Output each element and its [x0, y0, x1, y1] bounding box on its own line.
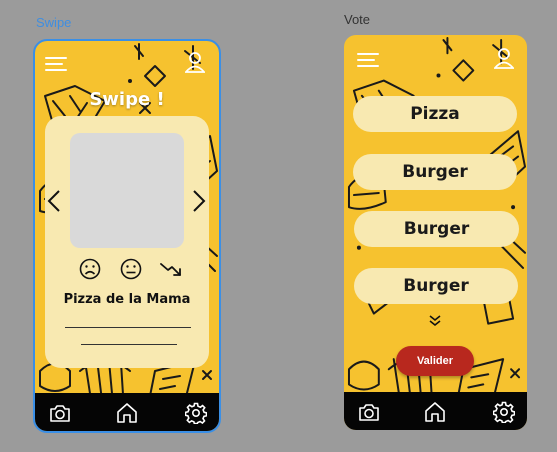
- bottom-nav-bar: [35, 393, 219, 431]
- home-icon[interactable]: [116, 402, 138, 424]
- dish-photo-placeholder: [70, 133, 184, 248]
- validate-button[interactable]: Valider: [396, 346, 474, 376]
- neutral-face-icon[interactable]: [120, 258, 142, 280]
- chevron-right-icon[interactable]: [192, 189, 206, 213]
- swipe-frame-label: Swipe: [36, 15, 72, 30]
- chevron-left-icon[interactable]: [47, 189, 61, 213]
- vote-frame-label: Vote: [344, 12, 371, 27]
- vote-screen: Pizza Burger Burger Burger Valider: [344, 35, 527, 430]
- user-icon[interactable]: [185, 51, 205, 73]
- vote-option[interactable]: Pizza: [353, 96, 517, 132]
- swipe-title: Swipe !: [89, 89, 165, 110]
- divider-line: [81, 344, 177, 345]
- camera-icon[interactable]: [358, 401, 380, 423]
- vote-option[interactable]: Burger: [354, 268, 518, 304]
- menu-icon[interactable]: [357, 52, 379, 68]
- gear-icon[interactable]: [185, 402, 207, 424]
- swipe-screen: Swipe ! Pizza de la Mama: [33, 39, 221, 433]
- vote-option[interactable]: Burger: [354, 211, 519, 247]
- menu-icon[interactable]: [45, 56, 67, 72]
- trend-down-icon[interactable]: [160, 258, 182, 280]
- sad-face-icon[interactable]: [79, 258, 101, 280]
- double-chevron-down-icon[interactable]: [428, 314, 442, 328]
- vote-option[interactable]: Burger: [353, 154, 517, 190]
- bottom-nav-bar: [344, 392, 527, 430]
- dish-name: Pizza de la Mama: [63, 292, 191, 307]
- divider-line: [65, 327, 191, 328]
- dish-card[interactable]: Pizza de la Mama: [45, 116, 209, 368]
- camera-icon[interactable]: [49, 402, 71, 424]
- home-icon[interactable]: [424, 401, 446, 423]
- gear-icon[interactable]: [493, 401, 515, 423]
- user-icon[interactable]: [494, 47, 514, 69]
